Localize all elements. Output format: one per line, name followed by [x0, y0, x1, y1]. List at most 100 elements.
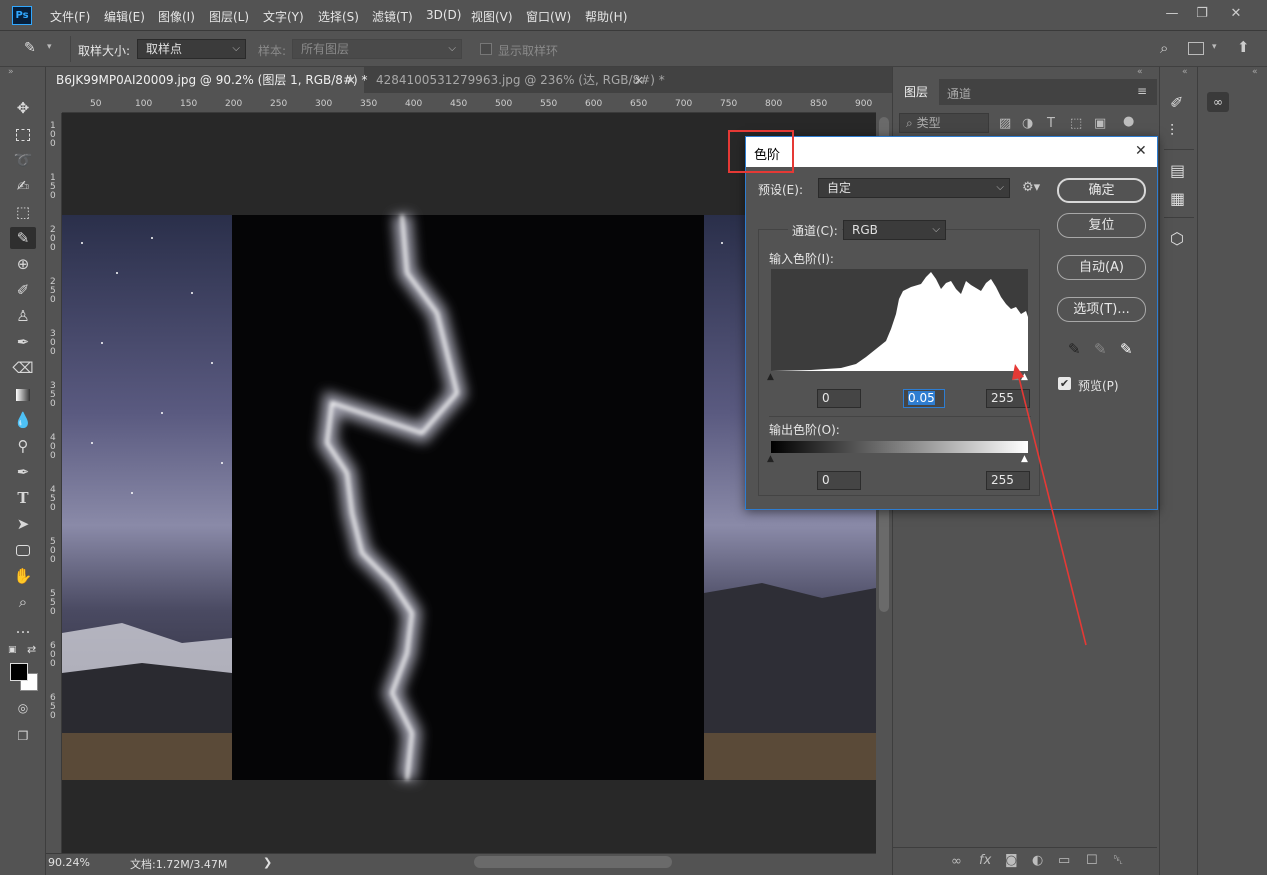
- notes-icon[interactable]: ▦: [1170, 189, 1185, 208]
- panel-menu-icon[interactable]: ≡: [1137, 84, 1147, 98]
- collapse-icon[interactable]: »: [8, 67, 14, 77]
- black-eyedropper-icon[interactable]: ✎: [1068, 340, 1081, 358]
- dialog-title-bar[interactable]: 色阶 ✕: [746, 137, 1157, 167]
- ok-button[interactable]: 确定: [1057, 178, 1146, 203]
- lasso-tool-icon[interactable]: ➰: [10, 149, 36, 171]
- brush-tool-icon[interactable]: ✐: [10, 279, 36, 301]
- menu-window[interactable]: 窗口(W): [526, 8, 571, 25]
- type-filter-icon[interactable]: T: [1047, 116, 1055, 131]
- gradient-tool-icon[interactable]: [10, 383, 36, 405]
- eyedropper-tool-icon[interactable]: ✎: [10, 227, 36, 249]
- sample-dropdown[interactable]: 所有图层 ⌵: [292, 39, 462, 59]
- menu-image[interactable]: 图像(I): [158, 8, 195, 25]
- white-eyedropper-icon[interactable]: ✎: [1120, 340, 1133, 358]
- collapse-icon[interactable]: «: [1252, 67, 1258, 77]
- tab-document-1[interactable]: B6JK99MP0AI20009.jpg @ 90.2% (图层 1, RGB/…: [46, 67, 368, 93]
- healing-brush-tool-icon[interactable]: ⊕: [10, 253, 36, 275]
- menu-help[interactable]: 帮助(H): [585, 8, 627, 25]
- trash-icon[interactable]: ␡: [1113, 853, 1123, 868]
- rectangle-tool-icon[interactable]: [10, 539, 36, 561]
- tab-channels[interactable]: 通道: [947, 85, 971, 102]
- ruler-origin[interactable]: [46, 97, 62, 113]
- pen-tool-icon[interactable]: ✒: [10, 461, 36, 483]
- adjustment-layer-icon[interactable]: ◐: [1032, 853, 1043, 868]
- output-slider-track[interactable]: ▲ ▲: [767, 453, 1028, 464]
- tab-document-2[interactable]: 4284100531279963.jpg @ 236% (达, RGB/8#) …: [366, 67, 665, 93]
- menu-file[interactable]: 文件(F): [50, 8, 90, 25]
- new-layer-icon[interactable]: ☐: [1086, 853, 1098, 868]
- close-icon[interactable]: ✕: [1135, 143, 1147, 159]
- share-icon[interactable]: ⬆: [1237, 38, 1250, 56]
- eyedropper-tool-icon[interactable]: ✎: [24, 40, 36, 56]
- collapse-icon[interactable]: «: [1137, 67, 1143, 77]
- link-icon[interactable]: ∞: [951, 854, 962, 869]
- collapse-icon[interactable]: «: [1182, 67, 1188, 77]
- auto-button[interactable]: 自动(A): [1057, 255, 1146, 280]
- workspace-icon[interactable]: [1188, 42, 1204, 55]
- shape-filter-icon[interactable]: ⬚: [1070, 116, 1082, 131]
- input-gamma-field[interactable]: 0.05: [903, 389, 945, 408]
- foreground-color-swatch[interactable]: [10, 663, 28, 681]
- hand-tool-icon[interactable]: ✋: [10, 565, 36, 587]
- gear-icon[interactable]: ⚙▾: [1022, 180, 1040, 195]
- 3d-cube-icon[interactable]: ⬡: [1170, 229, 1184, 248]
- smart-object-filter-icon[interactable]: ▣: [1094, 116, 1106, 131]
- mask-icon[interactable]: ◙: [1005, 853, 1018, 868]
- output-black-field[interactable]: 0: [817, 471, 861, 490]
- options-button[interactable]: 选项(T)...: [1057, 297, 1146, 322]
- history-brush-tool-icon[interactable]: ✒: [10, 331, 36, 353]
- eraser-tool-icon[interactable]: ⌫: [10, 357, 36, 379]
- crop-tool-icon[interactable]: ⬚: [10, 201, 36, 223]
- marquee-tool-icon[interactable]: [10, 123, 36, 145]
- zoom-tool-icon[interactable]: ⌕: [10, 591, 36, 613]
- channel-dropdown[interactable]: RGB ⌵: [843, 220, 946, 240]
- swap-colors-icon[interactable]: ⇄: [27, 643, 36, 656]
- image-filter-icon[interactable]: ▨: [999, 116, 1011, 131]
- filter-toggle-icon[interactable]: ●: [1123, 114, 1134, 129]
- default-colors-icon[interactable]: ▣: [8, 645, 17, 655]
- adjustment-filter-icon[interactable]: ◑: [1022, 116, 1033, 131]
- search-icon[interactable]: ⌕: [1160, 39, 1168, 57]
- menu-3d[interactable]: 3D(D): [426, 8, 461, 22]
- zoom-level[interactable]: 90.24%: [48, 856, 90, 869]
- minimize-button[interactable]: —: [1158, 4, 1186, 24]
- menu-layer[interactable]: 图层(L): [209, 8, 249, 25]
- blur-tool-icon[interactable]: 💧: [10, 409, 36, 431]
- sample-size-dropdown[interactable]: 取样点 ⌵: [137, 39, 246, 59]
- brush-settings-icon[interactable]: ⫶: [1170, 121, 1174, 141]
- input-black-slider[interactable]: ▲: [767, 372, 774, 382]
- fx-icon[interactable]: fx: [979, 853, 991, 868]
- quick-selection-tool-icon[interactable]: ✍: [10, 175, 36, 197]
- screen-mode-icon[interactable]: ❐: [10, 725, 36, 747]
- menu-view[interactable]: 视图(V): [471, 8, 513, 25]
- close-tab-icon[interactable]: ×: [634, 67, 644, 93]
- group-folder-icon[interactable]: ▭: [1058, 853, 1070, 868]
- preset-dropdown[interactable]: 自定 ⌵: [818, 178, 1010, 198]
- menu-select[interactable]: 选择(S): [318, 8, 359, 25]
- show-ring-checkbox[interactable]: [480, 43, 492, 55]
- menu-filter[interactable]: 滤镜(T): [372, 8, 413, 25]
- menu-type[interactable]: 文字(Y): [263, 8, 304, 25]
- properties-icon[interactable]: ▤: [1170, 161, 1185, 180]
- creative-cloud-icon[interactable]: ∞: [1207, 92, 1229, 112]
- status-menu-arrow[interactable]: ❯: [263, 856, 272, 869]
- path-selection-tool-icon[interactable]: ➤: [10, 513, 36, 535]
- gray-eyedropper-icon[interactable]: ✎: [1094, 340, 1107, 358]
- menu-edit[interactable]: 编辑(E): [104, 8, 145, 25]
- more-tools-icon[interactable]: …: [10, 617, 36, 639]
- tab-layers[interactable]: 图层: [893, 79, 939, 105]
- reset-button[interactable]: 复位: [1057, 213, 1146, 238]
- horizontal-scroll-thumb[interactable]: [474, 856, 672, 868]
- dodge-tool-icon[interactable]: ⚲: [10, 435, 36, 457]
- type-tool-icon[interactable]: T: [10, 487, 36, 509]
- chevron-down-icon[interactable]: ▾: [1212, 42, 1217, 52]
- input-slider-track[interactable]: ▲ ▲ ▲: [767, 371, 1028, 382]
- brush-preset-icon[interactable]: ✐: [1170, 93, 1183, 112]
- chevron-down-icon[interactable]: ▾: [47, 42, 52, 52]
- input-black-field[interactable]: 0: [817, 389, 861, 408]
- move-tool-icon[interactable]: ✥: [10, 97, 36, 119]
- quick-mask-icon[interactable]: ◎: [10, 697, 36, 719]
- close-window-button[interactable]: ✕: [1222, 4, 1250, 24]
- output-black-slider[interactable]: ▲: [767, 454, 774, 464]
- layer-filter-dropdown[interactable]: ⌕ 类型: [899, 113, 989, 133]
